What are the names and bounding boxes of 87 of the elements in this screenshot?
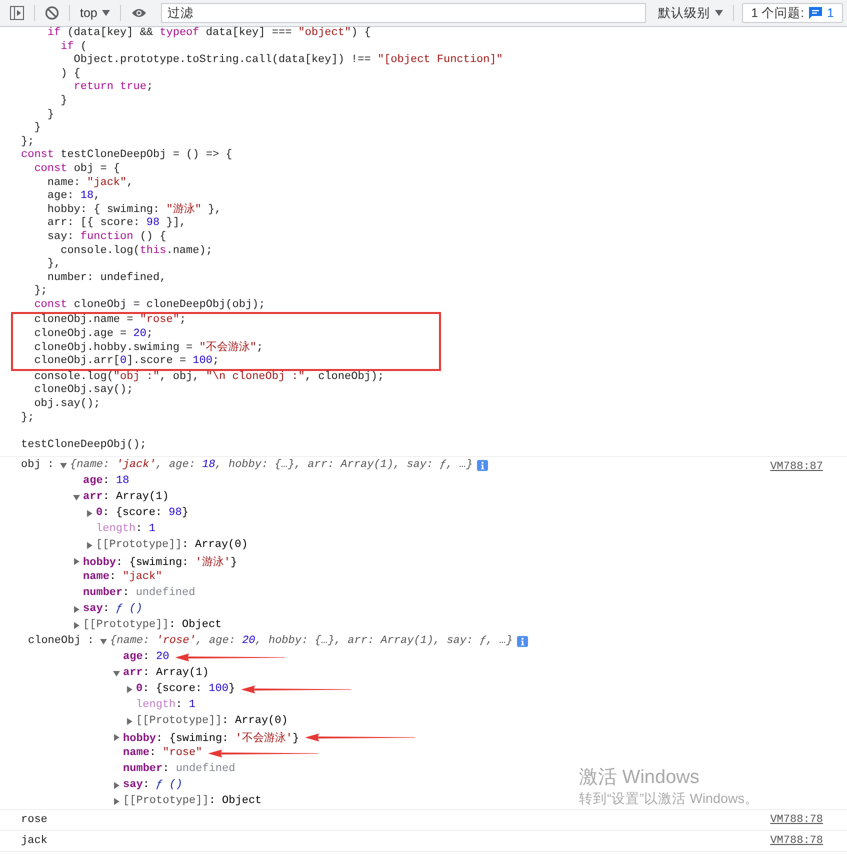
property-text[interactable]: arr: Array(1) xyxy=(123,667,209,680)
expand-triangle-icon[interactable] xyxy=(126,718,134,725)
property-text[interactable]: hobby: {swiming: '不会游泳'} xyxy=(123,730,300,745)
code-line: cloneObj.hobby.swiming = "不会游泳"; xyxy=(33,342,264,355)
code-line: age: 18, xyxy=(46,190,102,204)
log-label: cloneObj : xyxy=(28,634,94,650)
expand-triangle-icon[interactable] xyxy=(73,622,80,629)
code-line: } xyxy=(46,108,56,122)
property-text[interactable]: [[Prototype]]: Object xyxy=(83,619,222,632)
property-text: age: 18 xyxy=(83,475,130,488)
property-text: name: "jack" xyxy=(83,571,162,584)
code-line: } xyxy=(33,122,42,136)
blocked-icon xyxy=(45,6,59,20)
expand-triangle-icon[interactable] xyxy=(73,558,80,565)
code-line: } xyxy=(60,94,68,109)
code-line: name: "jack", xyxy=(46,176,134,190)
code-line: ) { xyxy=(60,68,82,82)
code-line: number: undefined, xyxy=(46,272,168,286)
expand-triangle-icon[interactable] xyxy=(100,638,108,645)
code-line: const cloneObj = cloneDeepObj(obj); xyxy=(33,298,266,312)
expand-triangle-icon[interactable] xyxy=(113,734,120,741)
property-text: length: 1 xyxy=(136,699,196,712)
code-line: cloneObj.age = 20; xyxy=(33,328,154,342)
code-line: testCloneDeepObj(); xyxy=(21,438,148,452)
code-line: obj.say(); xyxy=(33,398,102,412)
code-line: }; xyxy=(33,285,48,299)
activation-notice-title: 激活 Windows xyxy=(579,766,700,790)
code-line: }; xyxy=(21,136,36,150)
property-text[interactable]: say: ƒ () xyxy=(83,603,142,616)
sidebar-icon xyxy=(10,6,24,20)
property-text[interactable]: [[Prototype]]: Object xyxy=(123,795,262,808)
code-line: if ( xyxy=(60,40,88,54)
object-preview[interactable]: {name: 'rose', age: 20, hobby: {…}, arr: Array(1), say: ƒ, …} xyxy=(110,635,513,648)
code-line: console.log(this.name); xyxy=(60,244,214,258)
source-link[interactable]: VM788:87 xyxy=(770,457,823,810)
expand-triangle-icon[interactable] xyxy=(73,606,80,613)
property-text: number: undefined xyxy=(83,587,196,600)
property-text: length: 1 xyxy=(96,523,156,536)
property-text[interactable]: say: ƒ () xyxy=(123,779,182,792)
property-text[interactable]: 0: {score: 100} xyxy=(136,683,236,696)
property-text[interactable]: [[Prototype]]: Array(0) xyxy=(96,539,248,552)
property-text[interactable]: [[Prototype]]: Array(0) xyxy=(136,715,288,728)
code-line: const testCloneDeepObj = () => { xyxy=(21,149,234,163)
code-line: cloneObj.arr[0].score = 100; xyxy=(33,355,220,369)
expand-triangle-icon[interactable] xyxy=(126,686,134,693)
issues-button[interactable]: 1 个问题: 1 xyxy=(742,3,843,23)
expand-triangle-icon[interactable] xyxy=(113,782,120,789)
context-dropdown[interactable]: top xyxy=(74,2,116,24)
code-line: return true; xyxy=(72,81,154,95)
code-line: cloneObj.name = "rose"; xyxy=(33,314,188,328)
expand-triangle-icon[interactable] xyxy=(73,494,80,501)
expand-triangle-icon[interactable] xyxy=(60,462,68,469)
property-text[interactable]: arr: Array(1) xyxy=(83,491,169,504)
property-text: name: "rose" xyxy=(123,747,202,760)
message-icon xyxy=(809,7,822,19)
code-line: arr: [{ score: 98 }], xyxy=(46,217,188,231)
source-link[interactable]: VM788:78 xyxy=(770,810,823,830)
code-line: say: function () { xyxy=(46,230,168,244)
eye-icon xyxy=(131,7,148,19)
log-message: jack xyxy=(21,834,48,850)
dropdown-caret-icon xyxy=(102,10,110,16)
expand-triangle-icon[interactable] xyxy=(113,670,120,677)
code-line: if (data[key] && typeof data[key] === "object") { xyxy=(46,27,372,41)
property-text[interactable]: 0: {score: 98} xyxy=(96,507,188,520)
log-label: obj : xyxy=(21,458,54,474)
info-icon xyxy=(476,460,488,471)
code-line: console.log("obj :", obj, "\n cloneObj :", cloneObj); xyxy=(33,370,386,384)
filter-field[interactable]: 过滤 xyxy=(161,3,646,23)
code-line: }, xyxy=(46,258,62,272)
log-message: rose xyxy=(21,813,48,828)
expand-triangle-icon[interactable] xyxy=(86,510,94,517)
property-text[interactable]: hobby: {swiming: '游泳'} xyxy=(83,554,238,569)
property-text: number: undefined xyxy=(123,763,236,776)
expand-triangle-icon[interactable] xyxy=(113,798,120,805)
property-text: age: 20 xyxy=(123,651,170,664)
info-icon xyxy=(516,636,528,647)
code-line: Object.prototype.toString.call(data[key]) !== "[object Function]" xyxy=(72,54,504,68)
log-levels-dropdown[interactable]: 默认级别 xyxy=(652,2,730,24)
source-link[interactable]: VM788:78 xyxy=(770,831,823,852)
code-line: cloneObj.say(); xyxy=(33,384,134,398)
object-preview[interactable]: {name: 'jack', age: 18, hobby: {…}, arr: Array(1), say: ƒ, …} xyxy=(70,459,473,472)
code-line: }; xyxy=(21,412,36,426)
code-line: hobby: { swiming: "游泳" }, xyxy=(46,204,222,217)
activation-notice-text: 转到“设置”以激活 Windows。 xyxy=(579,790,759,808)
expand-triangle-icon[interactable] xyxy=(86,542,94,549)
dropdown-caret-icon xyxy=(715,10,724,16)
code-line: const obj = { xyxy=(33,162,122,177)
